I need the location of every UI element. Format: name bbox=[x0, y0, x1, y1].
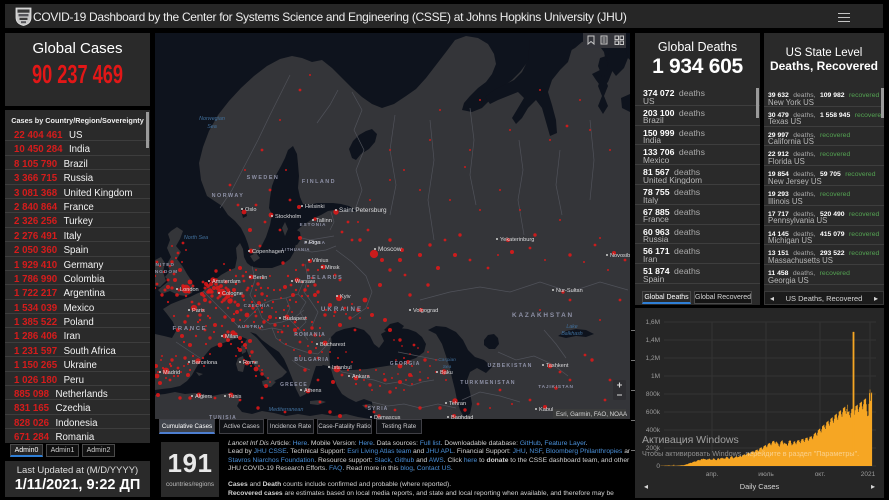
svg-text:Tehran: Tehran bbox=[449, 401, 466, 407]
svg-text:KINGDOM: KINGDOM bbox=[155, 269, 178, 275]
svg-text:UZBEKISTAN: UZBEKISTAN bbox=[487, 363, 532, 369]
svg-text:Mediterranean: Mediterranean bbox=[269, 407, 304, 413]
svg-text:1,2M: 1,2M bbox=[646, 355, 660, 362]
svg-text:Helsinki: Helsinki bbox=[305, 204, 325, 210]
svg-text:Nur-Sultan: Nur-Sultan bbox=[556, 288, 583, 294]
svg-text:1M: 1M bbox=[651, 373, 660, 380]
svg-text:Tashkent: Tashkent bbox=[546, 363, 569, 369]
svg-text:Lake: Lake bbox=[566, 324, 577, 330]
svg-text:Warsaw: Warsaw bbox=[295, 279, 316, 285]
svg-text:Minsk: Minsk bbox=[325, 265, 340, 271]
svg-text:Novosibirsk: Novosibirsk bbox=[610, 253, 630, 259]
svg-text:Moscow: Moscow bbox=[378, 246, 402, 253]
svg-text:Algiers: Algiers bbox=[195, 394, 212, 400]
svg-text:TAJIKISTAN: TAJIKISTAN bbox=[538, 384, 574, 390]
svg-text:0: 0 bbox=[656, 463, 660, 470]
svg-text:Oslo: Oslo bbox=[245, 207, 257, 213]
svg-text:LITHUANIA: LITHUANIA bbox=[282, 247, 310, 252]
svg-text:Barcelona: Barcelona bbox=[192, 360, 218, 366]
svg-text:Kyiv: Kyiv bbox=[340, 294, 351, 300]
svg-text:Riga: Riga bbox=[309, 240, 321, 246]
svg-text:Balkhash: Balkhash bbox=[561, 331, 582, 337]
svg-text:600k: 600k bbox=[646, 409, 661, 416]
svg-text:Bucharest: Bucharest bbox=[320, 342, 346, 348]
svg-text:июль: июль bbox=[758, 471, 774, 478]
svg-text:NORWAY: NORWAY bbox=[212, 193, 245, 199]
svg-text:GEORGIA: GEORGIA bbox=[390, 361, 421, 367]
svg-text:CZECHIA: CZECHIA bbox=[244, 303, 271, 308]
svg-text:AUSTRIA: AUSTRIA bbox=[238, 324, 265, 329]
svg-text:Paris: Paris bbox=[192, 308, 205, 314]
svg-text:окт.: окт. bbox=[815, 471, 826, 478]
svg-text:Saint Petersburg: Saint Petersburg bbox=[339, 207, 387, 214]
svg-text:London: London bbox=[180, 287, 199, 293]
svg-text:Kabul: Kabul bbox=[539, 407, 553, 413]
svg-text:SYRIA: SYRIA bbox=[368, 406, 389, 412]
svg-text:1,4M: 1,4M bbox=[646, 337, 660, 344]
svg-text:Volgograd: Volgograd bbox=[413, 308, 438, 314]
svg-text:Esri, Garmin, FAO, NOAA: Esri, Garmin, FAO, NOAA bbox=[556, 411, 628, 418]
svg-text:BULGARIA: BULGARIA bbox=[294, 357, 329, 363]
svg-text:Copenhagen: Copenhagen bbox=[252, 249, 284, 255]
svg-text:Ankara: Ankara bbox=[352, 374, 371, 380]
svg-text:Yekaterinburg: Yekaterinburg bbox=[500, 237, 534, 243]
svg-text:Sea: Sea bbox=[207, 124, 217, 130]
svg-text:Berlin: Berlin bbox=[253, 275, 267, 281]
svg-text:Cologne: Cologne bbox=[222, 291, 243, 297]
svg-text:Budapest: Budapest bbox=[283, 316, 307, 322]
svg-text:FRANCE: FRANCE bbox=[173, 326, 208, 332]
svg-text:Madrid: Madrid bbox=[163, 370, 180, 376]
svg-text:800k: 800k bbox=[646, 391, 661, 398]
svg-text:Vilnius: Vilnius bbox=[312, 258, 329, 264]
svg-text:2021: 2021 bbox=[861, 471, 876, 478]
svg-text:North Sea: North Sea bbox=[184, 235, 208, 241]
svg-text:UKRAINE: UKRAINE bbox=[321, 306, 363, 313]
svg-text:Baghdad: Baghdad bbox=[451, 415, 473, 419]
svg-text:FINLAND: FINLAND bbox=[302, 179, 336, 185]
svg-text:Norwegian: Norwegian bbox=[199, 116, 225, 122]
svg-text:ROMANIA: ROMANIA bbox=[294, 332, 326, 338]
svg-text:SWEDEN: SWEDEN bbox=[247, 175, 280, 181]
svg-text:Athens: Athens bbox=[304, 388, 322, 394]
svg-text:Milan: Milan bbox=[225, 334, 238, 340]
svg-text:KAZAKHSTAN: KAZAKHSTAN bbox=[512, 312, 574, 319]
svg-text:апр.: апр. bbox=[706, 471, 719, 478]
svg-text:Baku: Baku bbox=[440, 370, 453, 376]
svg-text:Istanbul: Istanbul bbox=[332, 365, 352, 371]
svg-text:TURKMENISTAN: TURKMENISTAN bbox=[460, 380, 516, 386]
svg-text:1,6M: 1,6M bbox=[646, 319, 660, 326]
svg-text:Stockholm: Stockholm bbox=[275, 214, 301, 220]
svg-text:Tallinn: Tallinn bbox=[316, 218, 332, 224]
svg-text:Rome: Rome bbox=[243, 360, 258, 366]
svg-text:Tunis: Tunis bbox=[228, 394, 242, 400]
svg-text:UNITED: UNITED bbox=[155, 262, 175, 268]
svg-text:Caspian: Caspian bbox=[438, 357, 456, 363]
svg-text:Amsterdam: Amsterdam bbox=[212, 279, 241, 285]
